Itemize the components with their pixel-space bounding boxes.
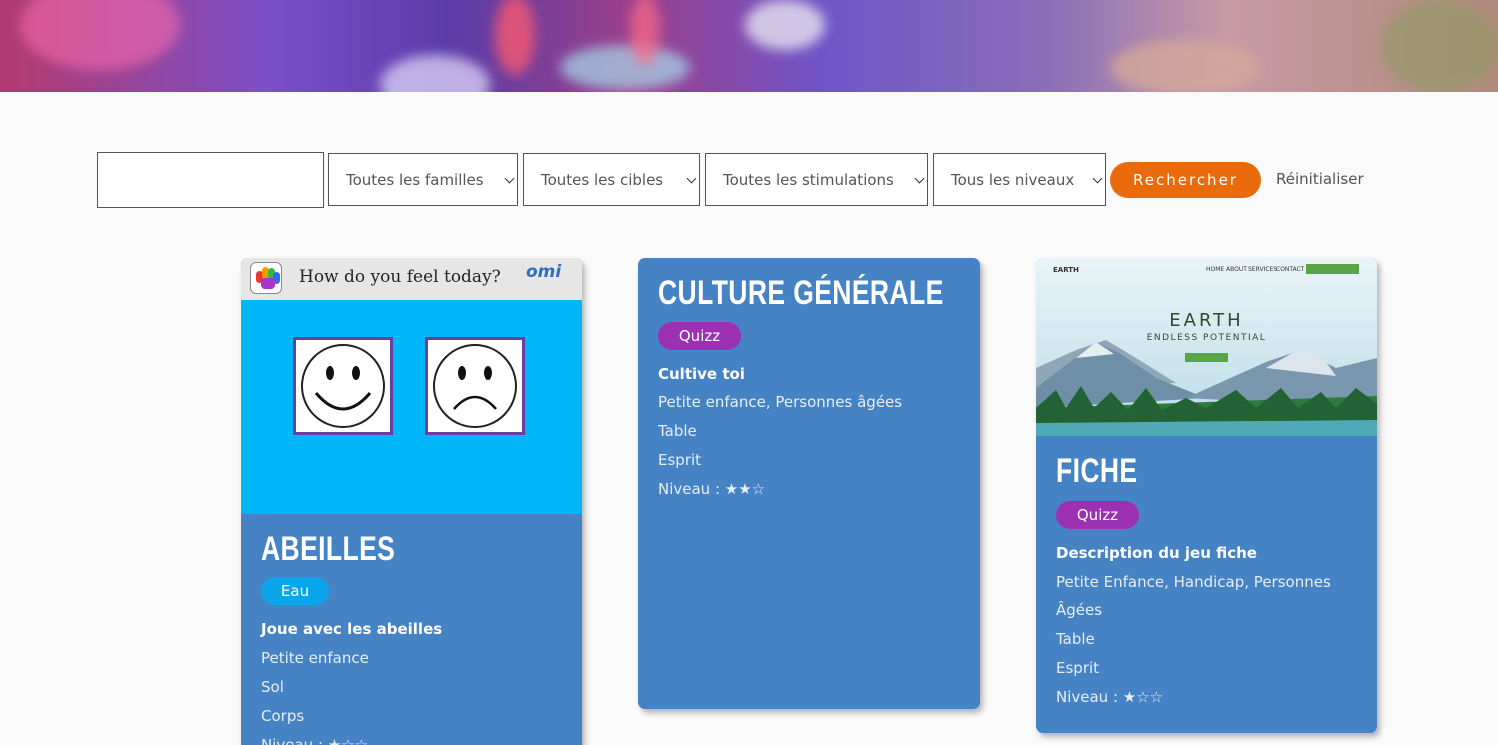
card-audience: Petite Enfance, Handicap, Personnes bbox=[1056, 573, 1331, 591]
image-brand: omi bbox=[526, 262, 562, 282]
card-level: Niveau : ★☆☆ bbox=[1056, 688, 1164, 706]
card-stimulation: Esprit bbox=[1056, 659, 1100, 677]
search-input[interactable] bbox=[97, 152, 324, 208]
level-select[interactable]: Tous les niveaux bbox=[933, 153, 1106, 206]
card-description: Cultive toi bbox=[658, 365, 745, 383]
card-description: Joue avec les abeilles bbox=[261, 620, 443, 638]
family-select[interactable]: Toutes les familles bbox=[328, 153, 518, 206]
card-title[interactable]: Culture Générale bbox=[658, 274, 944, 313]
reset-link[interactable]: Réinitialiser bbox=[1276, 170, 1364, 188]
image-question: How do you feel today? bbox=[299, 267, 501, 287]
hero-banner bbox=[0, 0, 1498, 92]
chevron-down-icon bbox=[686, 173, 697, 184]
card-description: Description du jeu fiche bbox=[1056, 544, 1257, 562]
card-audience: Petite enfance bbox=[261, 649, 369, 667]
card-image: How do you feel today? omi bbox=[241, 258, 582, 514]
chevron-down-icon bbox=[914, 173, 925, 184]
card-place: Table bbox=[658, 422, 697, 440]
card-place: Sol bbox=[261, 678, 284, 696]
card-title[interactable]: Abeilles bbox=[261, 530, 395, 569]
game-card[interactable]: How do you feel today? omi Abeilles Eau … bbox=[241, 258, 582, 745]
hand-logo-icon bbox=[250, 262, 282, 294]
card-stimulation: Esprit bbox=[658, 451, 702, 469]
card-place: Table bbox=[1056, 630, 1095, 648]
family-tag: Eau bbox=[261, 577, 329, 605]
card-stimulation: Corps bbox=[261, 707, 305, 725]
card-level: Niveau : ★★☆ bbox=[658, 480, 766, 498]
family-select-value: Toutes les familles bbox=[346, 170, 484, 189]
family-tag: Quizz bbox=[1056, 501, 1139, 529]
card-image: EARTH HOME ABOUT SERVICES CONTACT EARTH … bbox=[1036, 258, 1377, 436]
family-tag: Quizz bbox=[658, 322, 741, 350]
mountain-landscape bbox=[1036, 340, 1377, 436]
stimulation-select-value: Toutes les stimulations bbox=[723, 170, 894, 189]
card-title[interactable]: Fiche bbox=[1056, 452, 1138, 491]
level-select-value: Tous les niveaux bbox=[951, 170, 1075, 189]
image-header: How do you feel today? omi bbox=[241, 258, 582, 300]
game-card[interactable]: Culture Générale Quizz Cultive toi Petit… bbox=[638, 258, 980, 709]
card-level: Niveau : ★☆☆ bbox=[261, 736, 369, 745]
target-select-value: Toutes les cibles bbox=[541, 170, 664, 189]
sad-face-icon bbox=[425, 337, 525, 435]
card-audience-continued: Âgées bbox=[1056, 601, 1103, 619]
game-card[interactable]: EARTH HOME ABOUT SERVICES CONTACT EARTH … bbox=[1036, 258, 1377, 733]
card-audience: Petite enfance, Personnes âgées bbox=[658, 393, 903, 411]
target-select[interactable]: Toutes les cibles bbox=[523, 153, 700, 206]
search-button[interactable]: Rechercher bbox=[1110, 162, 1261, 198]
chevron-down-icon bbox=[1092, 173, 1103, 184]
happy-face-icon bbox=[293, 337, 393, 435]
stimulation-select[interactable]: Toutes les stimulations bbox=[705, 153, 928, 206]
chevron-down-icon bbox=[504, 173, 515, 184]
